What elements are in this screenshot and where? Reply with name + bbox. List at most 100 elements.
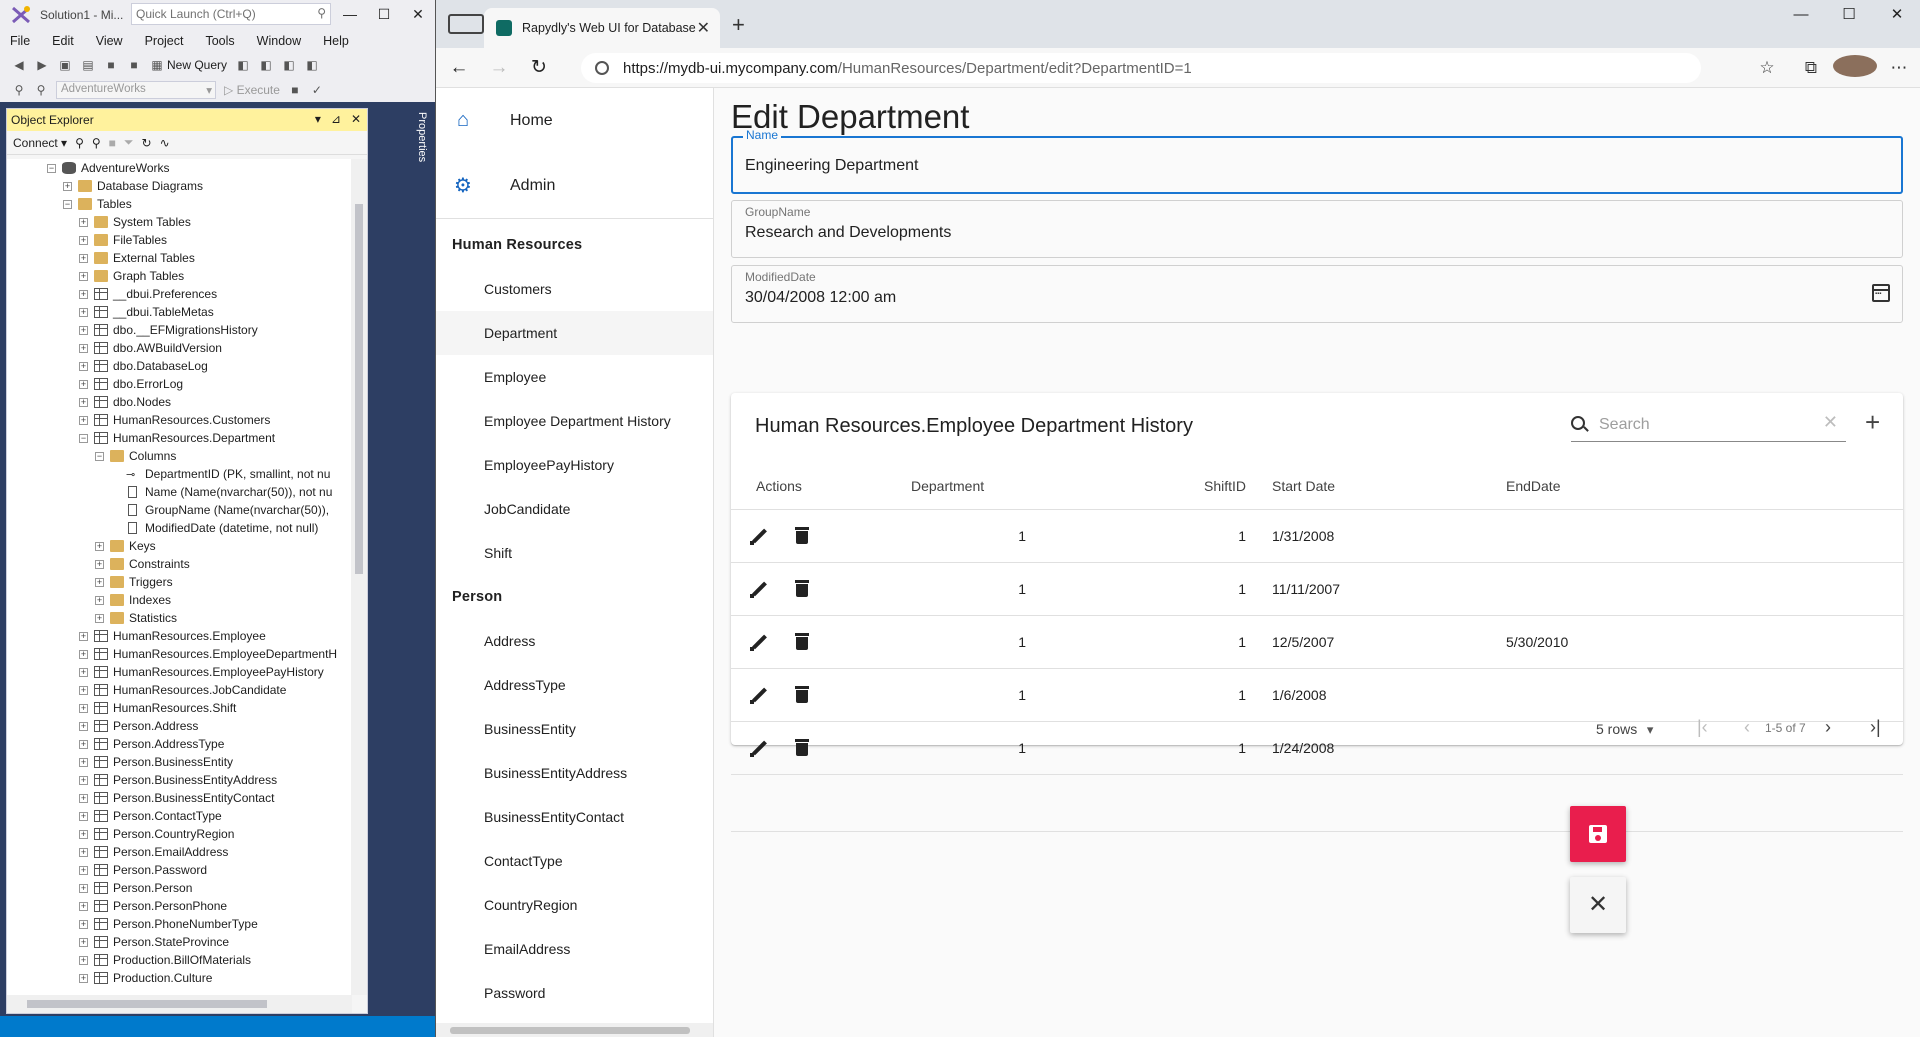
- tree-node[interactable]: + dbo.ErrorLog: [7, 375, 352, 393]
- url-field[interactable]: https://mydb-ui.mycompany.com/HumanResou…: [581, 53, 1701, 83]
- sidebar-item-businessentity[interactable]: BusinessEntity: [436, 707, 713, 751]
- pin-icon[interactable]: ⊿: [331, 112, 341, 126]
- expand-icon[interactable]: +: [79, 955, 88, 965]
- tree-node[interactable]: + Person.ContactType: [7, 807, 352, 825]
- scrollbar-thumb[interactable]: [450, 1027, 690, 1034]
- tree-node[interactable]: + Person.BusinessEntityAddress: [7, 771, 352, 789]
- tree-node[interactable]: + Person.PhoneNumberType: [7, 915, 352, 933]
- rows-per-page-select[interactable]: 5 rows: [1596, 721, 1653, 738]
- tree-node[interactable]: − AdventureWorks: [7, 159, 352, 177]
- forward-icon[interactable]: ▶: [35, 58, 49, 72]
- expand-icon[interactable]: +: [95, 595, 104, 605]
- tree-node[interactable]: + Person.Password: [7, 861, 352, 879]
- column-header-shift-id[interactable]: ShiftID: [1026, 463, 1246, 510]
- tree-node[interactable]: + dbo.AWBuildVersion: [7, 339, 352, 357]
- expand-icon[interactable]: +: [79, 667, 88, 677]
- minimize-button[interactable]: —: [333, 0, 367, 30]
- tree-node[interactable]: + Keys: [7, 537, 352, 555]
- sidebar-item-shift[interactable]: Shift: [436, 531, 713, 575]
- tree-node[interactable]: Name (Name(nvarchar(50)), not nu: [7, 483, 352, 501]
- expand-icon[interactable]: +: [95, 541, 104, 551]
- sidebar-item-password[interactable]: Password: [436, 971, 713, 1015]
- tree-node[interactable]: ⊸ DepartmentID (PK, smallint, not nu: [7, 465, 352, 483]
- sidebar-item-addresstype[interactable]: AddressType: [436, 663, 713, 707]
- expand-icon[interactable]: +: [79, 757, 88, 767]
- maximize-button[interactable]: ☐: [1825, 0, 1873, 32]
- tree-node[interactable]: + Triggers: [7, 573, 352, 591]
- more-menu-icon[interactable]: ⋯: [1877, 58, 1920, 78]
- edit-icon[interactable]: [749, 685, 769, 705]
- save-all-icon[interactable]: ■: [127, 58, 141, 72]
- tree-node[interactable]: + Production.BillOfMaterials: [7, 951, 352, 969]
- tree-node[interactable]: − Columns: [7, 447, 352, 465]
- edit-icon[interactable]: [749, 632, 769, 652]
- disconnect-icon[interactable]: ⚲: [92, 136, 101, 150]
- tree-node[interactable]: + Person.BusinessEntityContact: [7, 789, 352, 807]
- tree-node[interactable]: + Graph Tables: [7, 267, 352, 285]
- tree-node[interactable]: + HumanResources.EmployeePayHistory: [7, 663, 352, 681]
- expand-icon[interactable]: +: [79, 901, 88, 911]
- expand-icon[interactable]: +: [79, 397, 88, 407]
- sidebar-item-department[interactable]: Department: [436, 311, 713, 355]
- sidebar-item-employee-department-history[interactable]: Employee Department History: [436, 399, 713, 443]
- expand-icon[interactable]: +: [79, 793, 88, 803]
- properties-tab[interactable]: Properties: [406, 108, 428, 168]
- expand-icon[interactable]: +: [79, 379, 88, 389]
- back-button[interactable]: ←: [439, 57, 479, 79]
- tree-node[interactable]: + Database Diagrams: [7, 177, 352, 195]
- add-row-button[interactable]: +: [1865, 407, 1880, 438]
- menu-tools[interactable]: Tools: [205, 34, 234, 48]
- tree-node[interactable]: + HumanResources.JobCandidate: [7, 681, 352, 699]
- tree-node[interactable]: − Tables: [7, 195, 352, 213]
- expand-icon[interactable]: +: [79, 307, 88, 317]
- expand-icon[interactable]: +: [79, 703, 88, 713]
- expand-icon[interactable]: +: [79, 973, 88, 983]
- tree-node[interactable]: + dbo.__EFMigrationsHistory: [7, 321, 352, 339]
- delete-icon[interactable]: [795, 686, 809, 703]
- tree-node[interactable]: + Person.EmailAddress: [7, 843, 352, 861]
- connect-icon[interactable]: ⚲: [75, 136, 84, 150]
- expand-icon[interactable]: +: [79, 847, 88, 857]
- expand-icon[interactable]: +: [79, 235, 88, 245]
- edit-icon[interactable]: [749, 526, 769, 546]
- expand-icon[interactable]: +: [95, 613, 104, 623]
- expand-icon[interactable]: +: [79, 415, 88, 425]
- execute-button[interactable]: ▷ Execute: [224, 83, 280, 97]
- tree-node[interactable]: + Statistics: [7, 609, 352, 627]
- expand-icon[interactable]: +: [79, 811, 88, 821]
- tree-node[interactable]: + FileTables: [7, 231, 352, 249]
- sidebar-item-customers[interactable]: Customers: [436, 267, 713, 311]
- query-icon[interactable]: ◧: [282, 58, 296, 72]
- new-tab-button[interactable]: +: [732, 12, 745, 38]
- stop-icon[interactable]: ■: [288, 83, 302, 97]
- column-header-end-date[interactable]: EndDate: [1506, 463, 1903, 510]
- first-page-icon[interactable]: |‹: [1697, 717, 1708, 738]
- expand-icon[interactable]: +: [79, 919, 88, 929]
- tree-node[interactable]: ModifiedDate (datetime, not null): [7, 519, 352, 537]
- previous-page-icon[interactable]: ‹: [1744, 717, 1750, 738]
- tree-node[interactable]: GroupName (Name(nvarchar(50)),: [7, 501, 352, 519]
- tree-node[interactable]: + Person.AddressType: [7, 735, 352, 753]
- menu-window[interactable]: Window: [257, 34, 301, 48]
- sidebar-item-businessentitycontact[interactable]: BusinessEntityContact: [436, 795, 713, 839]
- query-icon[interactable]: ◧: [236, 58, 250, 72]
- activity-monitor-icon[interactable]: ∿: [160, 136, 170, 150]
- grid-search-input[interactable]: Search ✕: [1571, 410, 1846, 442]
- collections-icon[interactable]: ⧉: [1789, 58, 1833, 78]
- expand-icon[interactable]: +: [79, 631, 88, 641]
- sidebar-item-businessentityaddress[interactable]: BusinessEntityAddress: [436, 751, 713, 795]
- tab-actions-icon[interactable]: [448, 14, 484, 34]
- group-name-field-value[interactable]: Research and Developments: [745, 224, 951, 242]
- change-connection-icon[interactable]: ⚲: [34, 83, 48, 97]
- back-icon[interactable]: ◀: [12, 58, 26, 72]
- filter-icon[interactable]: ⏷: [124, 135, 134, 150]
- tree-node[interactable]: + __dbui.Preferences: [7, 285, 352, 303]
- expand-icon[interactable]: +: [79, 325, 88, 335]
- save-button[interactable]: [1570, 806, 1626, 862]
- delete-icon[interactable]: [795, 527, 809, 544]
- collapse-icon[interactable]: −: [95, 451, 104, 461]
- tree-node[interactable]: + Person.CountryRegion: [7, 825, 352, 843]
- new-project-icon[interactable]: ▣: [58, 58, 72, 72]
- tree-node[interactable]: + Production.Culture: [7, 969, 352, 987]
- scrollbar-thumb[interactable]: [27, 1000, 267, 1008]
